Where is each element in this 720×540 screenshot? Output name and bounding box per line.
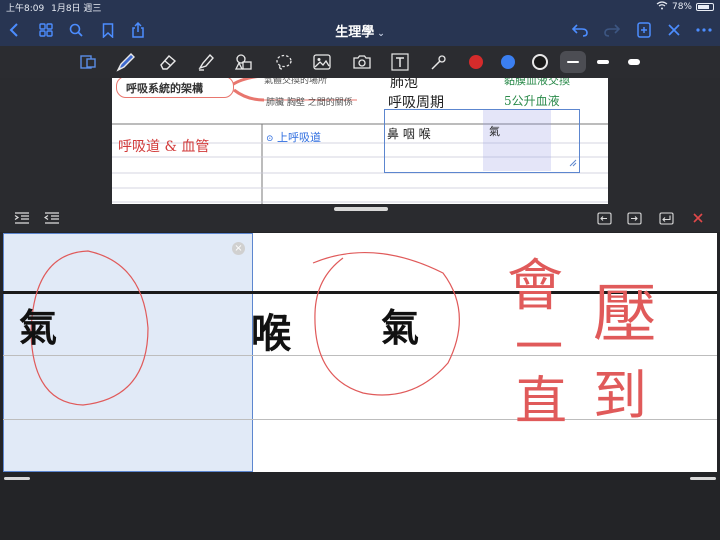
- page-margin-left: [0, 78, 112, 204]
- ink-char-red: 直: [515, 372, 568, 432]
- blue-color-swatch[interactable]: [501, 55, 515, 69]
- add-page-icon[interactable]: [634, 20, 654, 40]
- selected-text-box[interactable]: 鼻 咽 喉 氣: [384, 109, 580, 173]
- writing-canvas[interactable]: × 氣 喉 氣 會 壓 一 到 直: [3, 233, 717, 472]
- status-right: 78%: [656, 1, 714, 13]
- indent-icon[interactable]: [14, 210, 30, 226]
- status-bar: 上午8:09 1月8日 週三 78%: [0, 0, 720, 14]
- back-icon[interactable]: [4, 20, 24, 40]
- black-color-swatch[interactable]: [532, 54, 548, 70]
- note-lung: 肺泡: [390, 78, 418, 91]
- notebook-page[interactable]: 呼吸系統的架構 氣體交換的場所 肺臟 胸壁 之間的關係 肺泡 呼吸周期 黏膜血液…: [112, 78, 608, 204]
- note-blue-text: 上呼吸道: [277, 131, 322, 144]
- close-icon[interactable]: [664, 20, 684, 40]
- mindmap-node[interactable]: 呼吸系統的架構: [116, 78, 234, 98]
- status-time: 上午8:09: [6, 4, 45, 14]
- document-title[interactable]: 生理學 ⌄: [300, 21, 420, 40]
- move-right-icon[interactable]: [626, 210, 642, 226]
- scroll-indicator-right: [690, 477, 716, 480]
- close-panel-icon[interactable]: [690, 210, 706, 226]
- eraser-icon[interactable]: [156, 50, 180, 74]
- move-left-icon[interactable]: [596, 210, 612, 226]
- writing-panel-header: [0, 204, 720, 232]
- active-cell-highlight: [483, 110, 551, 171]
- resize-handle-icon[interactable]: [567, 152, 577, 171]
- camera-icon[interactable]: [350, 50, 374, 74]
- battery-percent: 78%: [671, 2, 692, 12]
- note-green-top: 黏膜血液交換: [504, 78, 570, 87]
- pen-size-thin[interactable]: [560, 51, 586, 73]
- note-black-row: 鼻 咽 喉: [387, 127, 431, 141]
- note-blue: ⊙ 上呼吸道: [266, 129, 321, 145]
- pen-size-thick[interactable]: [621, 51, 647, 73]
- pen-size-medium[interactable]: [590, 51, 616, 73]
- pen-icon[interactable]: [114, 50, 138, 74]
- more-icon[interactable]: [694, 20, 714, 40]
- ink-char-black: 氣: [381, 305, 420, 350]
- note-red: 呼吸道 & 血管: [118, 139, 210, 155]
- mindmap-branch-bottom: 肺臟 胸壁 之間的關係: [266, 98, 353, 108]
- new-line-icon[interactable]: [658, 210, 674, 226]
- status-date: 1月8日 週三: [51, 4, 102, 14]
- bookmark-icon[interactable]: [98, 20, 118, 40]
- drawing-toolbar: [0, 46, 720, 78]
- nav-bar: 生理學 ⌄: [0, 14, 720, 46]
- panel-drag-handle[interactable]: [334, 207, 388, 211]
- highlighter-icon[interactable]: [194, 50, 218, 74]
- note-cell-char: 氣: [489, 125, 500, 138]
- document-title-text: 生理學: [335, 25, 375, 40]
- chevron-down-icon: ⌄: [377, 29, 385, 39]
- status-time-date: 上午8:09 1月8日 週三: [6, 1, 101, 14]
- ink-char-black: 喉: [251, 310, 291, 357]
- text-icon[interactable]: [388, 50, 412, 74]
- share-icon[interactable]: [128, 20, 148, 40]
- grid-icon[interactable]: [36, 20, 56, 40]
- scroll-indicator-left: [4, 477, 30, 480]
- blue-bullet-icon: ⊙: [266, 134, 274, 144]
- lasso-select-icon[interactable]: [76, 50, 100, 74]
- undo-icon[interactable]: [570, 20, 590, 40]
- mindmap-title: 呼吸系統的架構: [126, 82, 203, 95]
- mindmap-branch-top: 氣體交換的場所: [264, 78, 328, 86]
- wifi-icon: [656, 1, 668, 13]
- shapes-icon[interactable]: [232, 50, 256, 74]
- redo-icon[interactable]: [602, 20, 622, 40]
- image-icon[interactable]: [310, 50, 334, 74]
- page-margin-right: [608, 78, 720, 204]
- laser-pointer-icon[interactable]: [426, 50, 450, 74]
- ink-char-red: 壓: [593, 278, 657, 352]
- red-color-swatch[interactable]: [469, 55, 483, 69]
- search-icon[interactable]: [66, 20, 86, 40]
- note-green-bottom: 5公升血液: [504, 94, 560, 108]
- ink-char-red: 到: [593, 364, 647, 427]
- battery-icon: [696, 3, 714, 11]
- outdent-icon[interactable]: [44, 210, 60, 226]
- ink-char-black: 氣: [19, 305, 58, 350]
- lasso-icon[interactable]: [272, 50, 296, 74]
